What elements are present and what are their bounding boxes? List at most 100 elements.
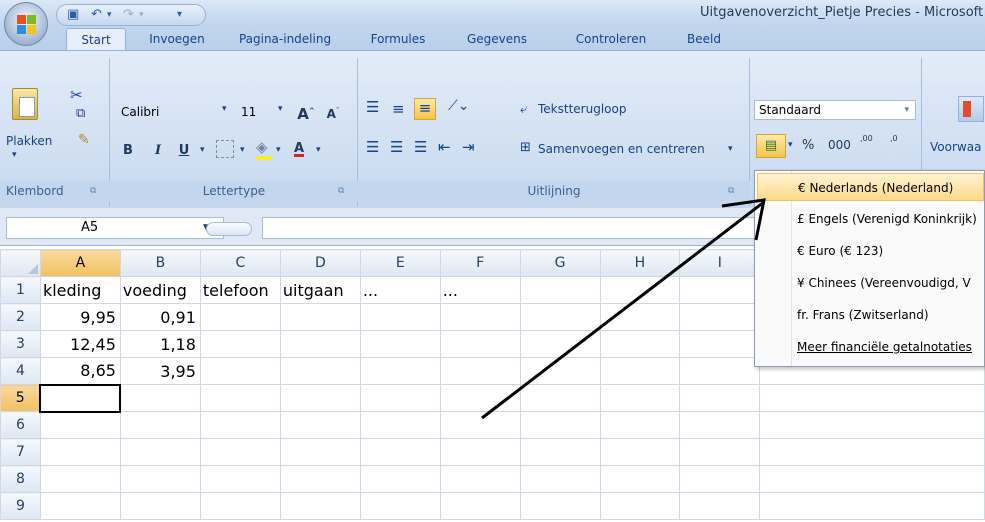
font-color-dropdown-icon[interactable]: ▾ xyxy=(316,145,321,155)
cell-E3[interactable] xyxy=(359,330,441,358)
tab-controleren[interactable]: Controleren xyxy=(558,28,664,50)
office-button[interactable] xyxy=(4,2,48,46)
cell-A2[interactable]: 9,95 xyxy=(39,303,121,331)
align-bottom-icon[interactable]: ≡ xyxy=(414,98,436,120)
font-size-dropdown-icon[interactable]: ▾ xyxy=(278,104,283,114)
cell-A9[interactable] xyxy=(39,492,121,520)
col-header-H[interactable]: H xyxy=(599,249,681,277)
font-name-dropdown-icon[interactable]: ▾ xyxy=(222,104,227,114)
cell-E6[interactable] xyxy=(359,411,441,439)
copy-icon[interactable]: ⧉ xyxy=(76,106,85,121)
wrap-text-button[interactable]: Tekstterugloop xyxy=(538,102,626,116)
cell-J5[interactable] xyxy=(759,384,985,412)
cell-G7[interactable] xyxy=(519,438,601,466)
cell-E2[interactable] xyxy=(359,303,441,331)
tab-invoegen[interactable]: Invoegen xyxy=(142,28,212,50)
row-header-2[interactable]: 2 xyxy=(0,303,41,331)
cell-I7[interactable] xyxy=(679,438,761,466)
cell-I1[interactable] xyxy=(679,276,761,304)
cell-F5[interactable] xyxy=(439,384,521,412)
cell-I5[interactable] xyxy=(679,384,761,412)
row-header-6[interactable]: 6 xyxy=(0,411,41,439)
col-header-B[interactable]: B xyxy=(119,249,201,277)
cell-B7[interactable] xyxy=(119,438,201,466)
merge-center-icon[interactable]: ⊞ xyxy=(520,140,531,155)
cell-F6[interactable] xyxy=(439,411,521,439)
conditional-formatting-label[interactable]: Voorwaa xyxy=(930,140,981,154)
redo-dropdown-icon[interactable]: ▾ xyxy=(139,7,144,23)
row-header-7[interactable]: 7 xyxy=(0,438,41,466)
tab-beeld[interactable]: Beeld xyxy=(672,28,736,50)
cell-G3[interactable] xyxy=(519,330,601,358)
col-header-F[interactable]: F xyxy=(439,249,521,277)
cell-F2[interactable] xyxy=(439,303,521,331)
accounting-format-icon[interactable]: ▤ xyxy=(756,134,786,158)
cell-A3[interactable]: 12,45 xyxy=(39,330,121,358)
cell-F3[interactable] xyxy=(439,330,521,358)
cell-B4[interactable]: 3,95 xyxy=(119,357,201,385)
undo-icon[interactable]: ↶ xyxy=(91,7,102,23)
cell-B2[interactable]: 0,91 xyxy=(119,303,201,331)
font-color-button[interactable]: A xyxy=(290,138,308,160)
cell-C2[interactable] xyxy=(199,303,281,331)
align-middle-icon[interactable]: ≡ xyxy=(392,100,405,118)
increase-decimal-button[interactable]: ,00 xyxy=(860,134,873,143)
decrease-indent-icon[interactable]: ⇤ xyxy=(438,138,451,156)
cell-F8[interactable] xyxy=(439,465,521,493)
col-header-G[interactable]: G xyxy=(519,249,601,277)
align-top-icon[interactable]: ☰ xyxy=(366,98,379,116)
cell-I9[interactable] xyxy=(679,492,761,520)
cell-B1[interactable]: voeding xyxy=(119,276,201,304)
decrease-decimal-button[interactable]: ,0 xyxy=(890,134,898,143)
cell-E4[interactable] xyxy=(359,357,441,385)
cell-E9[interactable] xyxy=(359,492,441,520)
cell-G9[interactable] xyxy=(519,492,601,520)
cell-G4[interactable] xyxy=(519,357,601,385)
undo-dropdown-icon[interactable]: ▾ xyxy=(107,7,112,23)
col-header-A[interactable]: A xyxy=(39,249,121,277)
customize-qat-icon[interactable]: ▾ xyxy=(177,7,182,23)
align-left-icon[interactable]: ☰ xyxy=(366,138,379,156)
save-icon[interactable]: ▣ xyxy=(67,7,79,23)
cell-B6[interactable] xyxy=(119,411,201,439)
fill-color-dropdown-icon[interactable]: ▾ xyxy=(276,145,281,155)
increase-indent-icon[interactable]: ⇥ xyxy=(462,138,475,156)
grow-font-button[interactable]: A^ xyxy=(294,100,318,123)
align-right-icon[interactable]: ☰ xyxy=(414,138,427,156)
thousands-button[interactable]: 000 xyxy=(828,138,851,152)
shrink-font-button[interactable]: Aˇ xyxy=(322,100,344,122)
tab-formules[interactable]: Formules xyxy=(354,28,442,50)
fill-color-icon[interactable]: ◈ xyxy=(256,138,268,156)
select-all-corner[interactable] xyxy=(0,249,41,277)
cell-J7[interactable] xyxy=(759,438,985,466)
col-header-I[interactable]: I xyxy=(679,249,761,277)
cell-C3[interactable] xyxy=(199,330,281,358)
tab-gegevens[interactable]: Gegevens xyxy=(450,28,544,50)
italic-button[interactable]: I xyxy=(148,140,168,162)
formula-splitter[interactable] xyxy=(206,222,252,236)
accounting-format-dropdown-icon[interactable]: ▾ xyxy=(788,140,793,150)
cell-E1[interactable]: ... xyxy=(359,276,441,304)
cell-H5[interactable] xyxy=(599,384,681,412)
col-header-D[interactable]: D xyxy=(279,249,361,277)
borders-dropdown-icon[interactable]: ▾ xyxy=(240,145,245,155)
cell-C7[interactable] xyxy=(199,438,281,466)
cell-G8[interactable] xyxy=(519,465,601,493)
cell-F7[interactable] xyxy=(439,438,521,466)
cell-G1[interactable] xyxy=(519,276,601,304)
cell-C8[interactable] xyxy=(199,465,281,493)
cell-D3[interactable] xyxy=(279,330,361,358)
cell-D7[interactable] xyxy=(279,438,361,466)
cell-H4[interactable] xyxy=(599,357,681,385)
cell-F9[interactable] xyxy=(439,492,521,520)
row-header-1[interactable]: 1 xyxy=(0,276,41,304)
cell-C4[interactable] xyxy=(199,357,281,385)
menu-item-euro[interactable]: € Euro (€ 123) xyxy=(757,237,984,265)
cell-E8[interactable] xyxy=(359,465,441,493)
menu-item-chinees[interactable]: ¥ Chinees (Vereenvoudigd, V xyxy=(757,269,984,297)
cell-G6[interactable] xyxy=(519,411,601,439)
cell-B9[interactable] xyxy=(119,492,201,520)
col-header-C[interactable]: C xyxy=(199,249,281,277)
row-header-5[interactable]: 5 xyxy=(0,384,41,412)
paste-icon[interactable] xyxy=(12,88,38,120)
